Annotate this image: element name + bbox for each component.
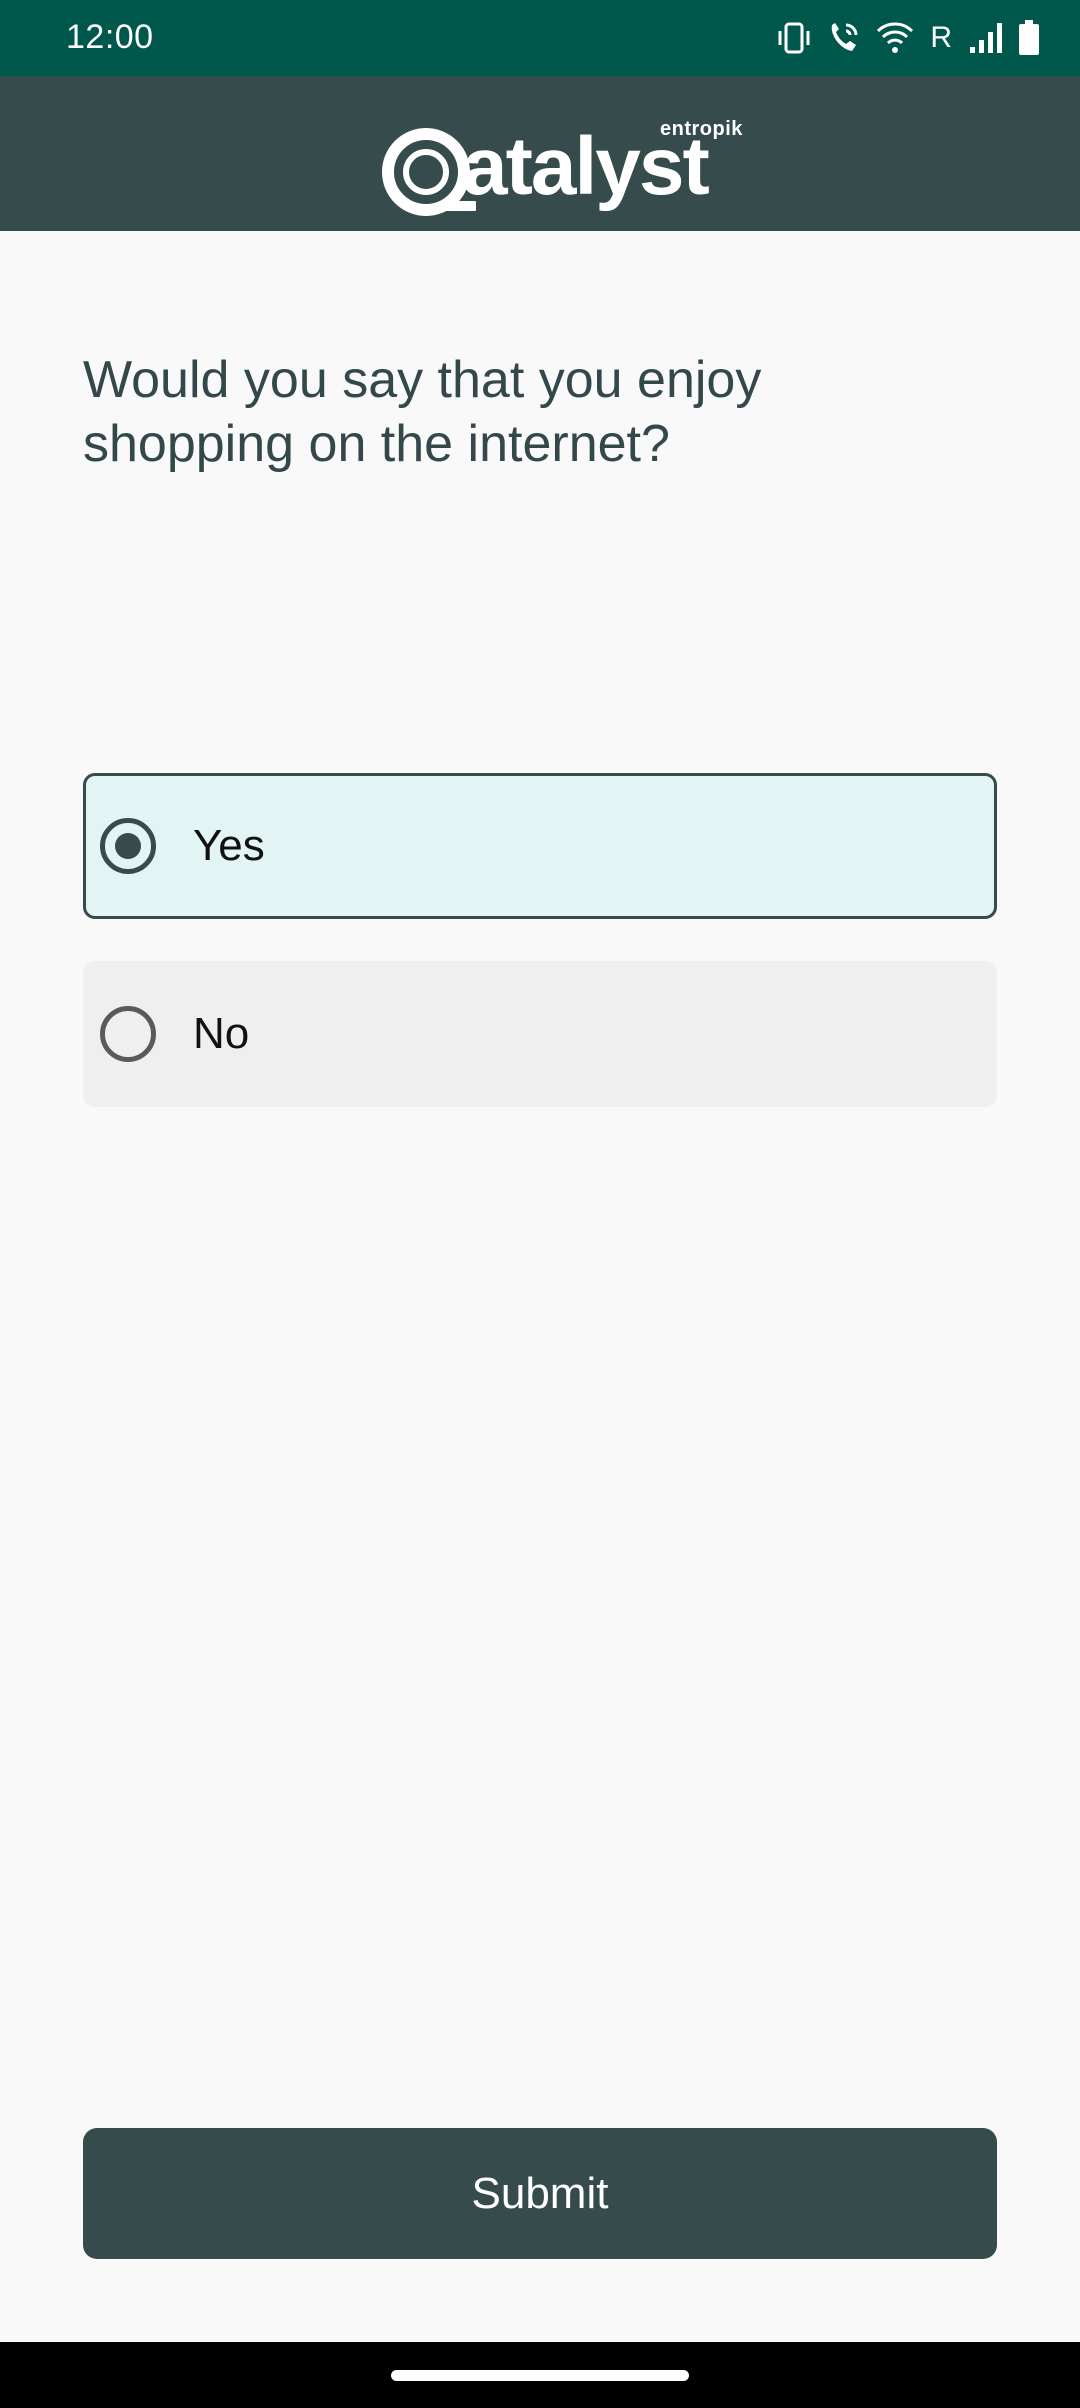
radio-unchecked-icon[interactable] [100, 1006, 156, 1062]
wifi-icon [876, 21, 914, 55]
battery-icon [1018, 20, 1040, 56]
wifi-calling-icon [826, 21, 862, 55]
vibrate-icon [776, 21, 812, 55]
survey-question: Would you say that you enjoy shopping on… [83, 351, 762, 473]
submit-button[interactable]: Submit [83, 2128, 997, 2259]
status-icons: R [776, 16, 1040, 60]
option-label: No [193, 1009, 250, 1058]
qatalyst-logo: atalyst entropik [380, 96, 750, 216]
option-yes[interactable]: Yes [83, 773, 997, 919]
home-handle[interactable] [391, 2370, 689, 2381]
app-header: atalyst entropik [0, 76, 1080, 231]
roaming-indicator: R [930, 21, 952, 54]
logo-superscript: entropik [660, 118, 743, 140]
radio-checked-icon[interactable] [100, 818, 156, 874]
radio-dot [115, 833, 141, 859]
status-time: 12:00 [66, 18, 154, 56]
status-bar: 12:00 R [0, 0, 1080, 76]
option-no[interactable]: No [83, 961, 997, 1107]
navigation-bar [0, 2342, 1080, 2408]
option-label: Yes [193, 821, 265, 870]
signal-icon [968, 21, 1004, 55]
